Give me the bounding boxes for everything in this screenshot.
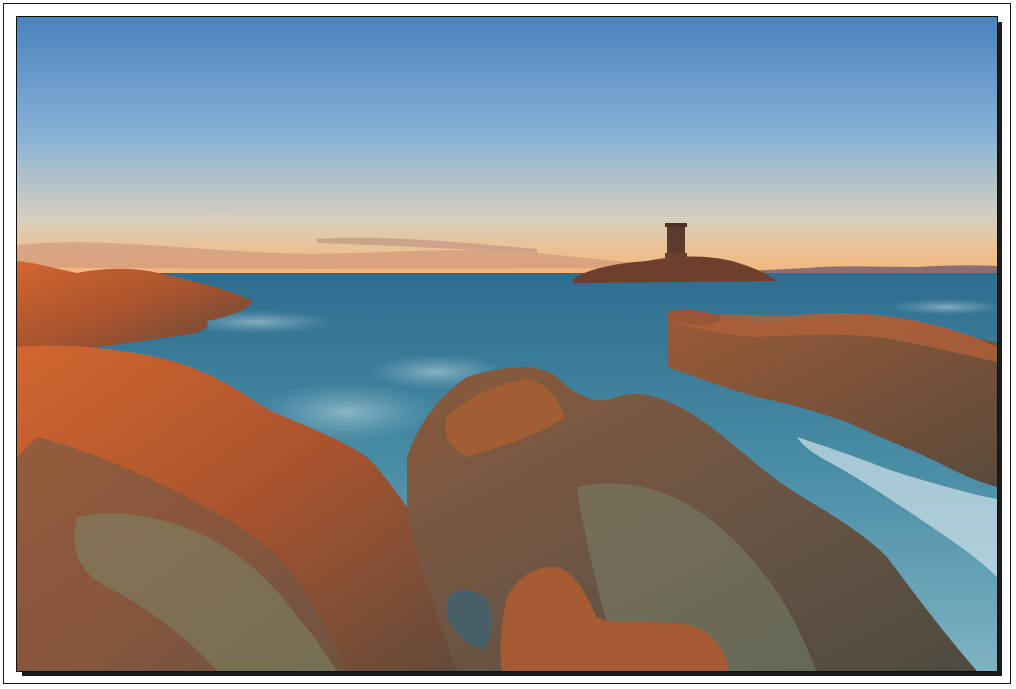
photo-page — [0, 0, 1016, 689]
framed-photograph — [16, 16, 998, 672]
landscape-scene — [17, 17, 997, 671]
